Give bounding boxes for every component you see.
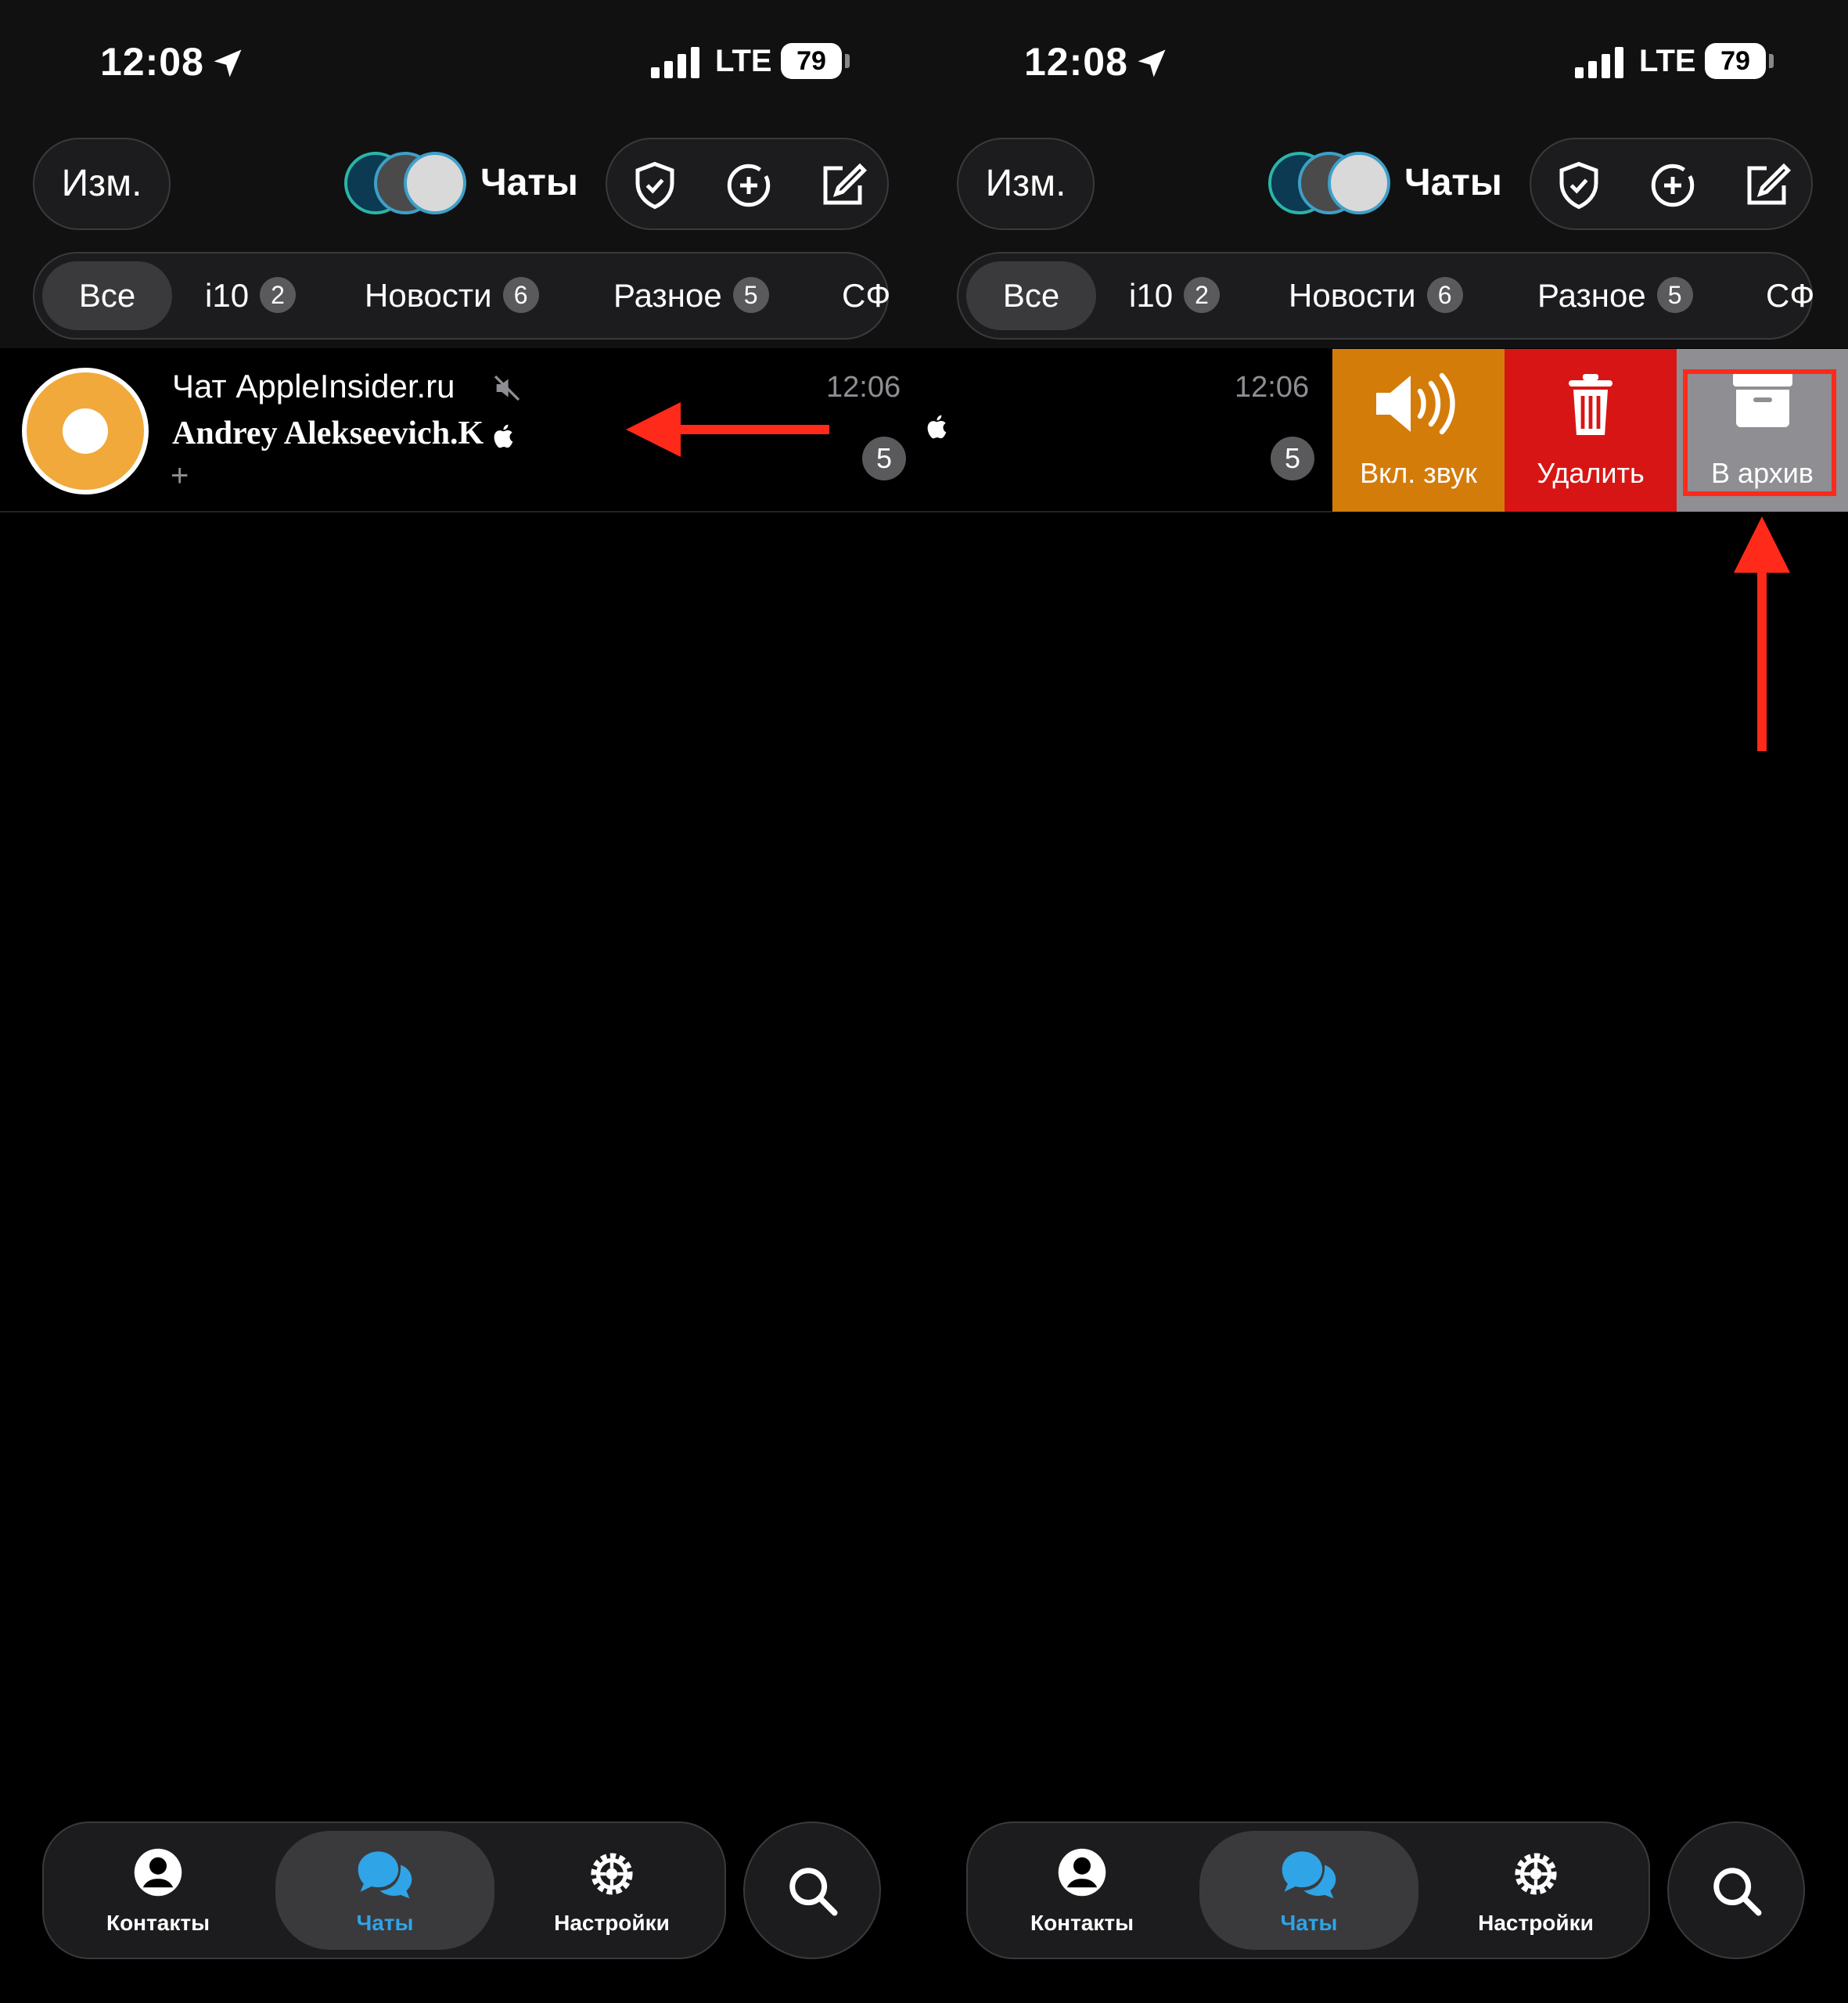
tab-sf[interactable]: СФ xyxy=(842,254,890,338)
battery-level: 79 xyxy=(1705,43,1774,79)
chat-name: Чат AppleInsider.ru xyxy=(172,368,455,405)
filter-tabs: Все i10 2 Новости 6 Разное 5 СФ xyxy=(33,252,890,340)
delete-action-button[interactable]: Удалить xyxy=(1505,349,1677,512)
person-icon xyxy=(134,1848,182,1897)
battery-level: 79 xyxy=(781,43,850,79)
chat-avatar xyxy=(22,368,149,494)
search-icon xyxy=(789,1868,838,1916)
tabbar-settings[interactable]: Настройки xyxy=(1426,1823,1645,1958)
screen-after-swipe: 12:08 LTE 79 Изм. Чаты Все i10 2 Новости 6… xyxy=(924,0,1848,2003)
tabbar-contacts[interactable]: Контакты xyxy=(973,1823,1192,1958)
archive-highlight-box xyxy=(1683,369,1836,496)
unread-badge: 5 xyxy=(862,437,906,480)
compose-icon[interactable] xyxy=(817,160,868,211)
header-actions xyxy=(606,138,889,230)
location-arrow-icon xyxy=(1138,49,1166,77)
tab-news[interactable]: Новости 6 xyxy=(1289,254,1463,338)
search-button[interactable] xyxy=(1667,1821,1805,1959)
speaker-icon xyxy=(1376,372,1455,435)
compose-icon[interactable] xyxy=(1741,160,1792,211)
header-actions xyxy=(1530,138,1813,230)
stories-avatars[interactable] xyxy=(344,152,469,218)
screen-before-swipe: 12:08 LTE 79 Изм. Чаты Все i10 2 Новости 6… xyxy=(0,0,924,2003)
chat-sender: Andrey Alekseevich.K xyxy=(172,415,515,452)
tab-misc[interactable]: Разное 5 xyxy=(613,254,769,338)
gear-icon xyxy=(1515,1853,1557,1895)
stories-avatars[interactable] xyxy=(1268,152,1393,218)
person-icon xyxy=(1058,1848,1106,1897)
row-divider xyxy=(924,511,1332,512)
tabbar-contacts[interactable]: Контакты xyxy=(49,1823,268,1958)
edit-button[interactable]: Изм. xyxy=(33,138,171,230)
apple-icon xyxy=(494,425,513,448)
tab-badge: 6 xyxy=(502,276,539,313)
network-type: LTE xyxy=(1639,44,1696,78)
tab-all[interactable]: Все xyxy=(966,261,1096,330)
chat-time: 12:06 xyxy=(826,371,901,404)
tab-sf[interactable]: СФ xyxy=(1766,254,1814,338)
gear-icon xyxy=(591,1853,633,1895)
network-type: LTE xyxy=(715,44,772,78)
chat-preview: + xyxy=(171,458,189,493)
status-bar: 12:08 LTE 79 xyxy=(924,31,1848,94)
tabbar-chats[interactable]: Чаты xyxy=(1199,1831,1418,1950)
tab-all[interactable]: Все xyxy=(42,261,172,330)
signal-icon xyxy=(1575,47,1623,78)
story-avatar[interactable] xyxy=(404,152,466,214)
tabbar-settings[interactable]: Настройки xyxy=(502,1823,721,1958)
tab-badge: 5 xyxy=(1656,276,1693,313)
pointer-up-arrow-icon xyxy=(1734,516,1790,751)
tab-badge: 2 xyxy=(1184,276,1221,313)
tab-i10[interactable]: i10 2 xyxy=(1129,254,1221,338)
search-button[interactable] xyxy=(743,1821,881,1959)
apple-icon xyxy=(927,415,947,439)
status-time: 12:08 xyxy=(100,40,204,84)
page-title: Чаты xyxy=(1404,162,1502,203)
new-story-icon[interactable] xyxy=(723,160,775,211)
swipe-left-arrow-icon xyxy=(626,402,829,457)
muted-icon xyxy=(494,375,520,401)
page-title: Чаты xyxy=(480,162,578,203)
tab-i10[interactable]: i10 2 xyxy=(205,254,297,338)
tab-bar: Контакты Чаты Настройки xyxy=(42,1821,726,1959)
tab-badge: 2 xyxy=(260,276,297,313)
status-time: 12:08 xyxy=(1024,40,1128,84)
chat-bubbles-icon xyxy=(358,1851,412,1899)
tab-misc[interactable]: Разное 5 xyxy=(1537,254,1693,338)
status-bar: 12:08 LTE 79 xyxy=(0,31,924,94)
filter-tabs: Все i10 2 Новости 6 Разное 5 СФ xyxy=(957,252,1814,340)
tab-badge: 6 xyxy=(1426,276,1463,313)
location-arrow-icon xyxy=(214,49,242,77)
tabbar-chats[interactable]: Чаты xyxy=(275,1831,494,1950)
tab-news[interactable]: Новости 6 xyxy=(365,254,539,338)
shield-check-icon[interactable] xyxy=(1553,160,1605,211)
shield-check-icon[interactable] xyxy=(629,160,681,211)
edit-button[interactable]: Изм. xyxy=(957,138,1095,230)
signal-icon xyxy=(651,47,699,78)
story-avatar[interactable] xyxy=(1328,152,1390,214)
row-divider xyxy=(0,511,924,512)
unmute-action-button[interactable]: Вкл. звук xyxy=(1332,349,1505,512)
tab-badge: 5 xyxy=(732,276,769,313)
unread-badge: 5 xyxy=(1271,437,1314,480)
chat-time: 12:06 xyxy=(1235,371,1310,404)
search-icon xyxy=(1713,1868,1762,1916)
trash-icon xyxy=(1569,374,1613,435)
chat-bubbles-icon xyxy=(1282,1851,1336,1899)
new-story-icon[interactable] xyxy=(1647,160,1699,211)
chat-row-swiped[interactable]: 12:06 5 xyxy=(924,349,1332,512)
tab-bar: Контакты Чаты Настройки xyxy=(966,1821,1650,1959)
